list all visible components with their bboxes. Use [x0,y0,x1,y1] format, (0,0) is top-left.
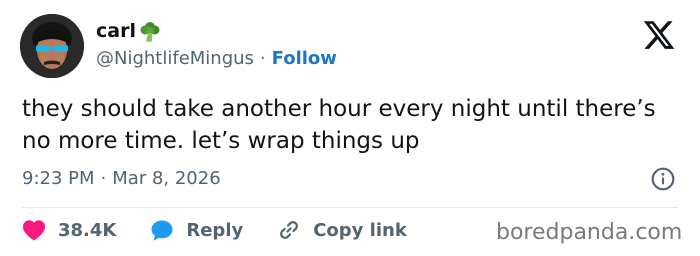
tweet-date[interactable]: Mar 8, 2026 [112,168,220,189]
copy-link-button[interactable]: Copy link [277,218,407,242]
like-count: 38.4K [58,219,117,241]
reply-button[interactable]: Reply [150,219,243,242]
divider [22,207,678,208]
handle[interactable]: @NightlifeMingus [96,48,254,69]
copy-link-label: Copy link [313,219,407,241]
watermark: boredpanda.com [496,220,683,245]
timestamp: 9:23 PM · Mar 8, 2026 [22,168,221,189]
tweet-text: they should take another hour every nigh… [22,96,656,154]
tweet-time[interactable]: 9:23 PM [22,168,95,189]
like-button[interactable]: 38.4K [22,219,116,241]
heart-icon [22,219,46,241]
avatar[interactable] [20,14,84,78]
timestamp-separator: · [100,168,107,189]
display-name[interactable]: carl [96,20,136,42]
broccoli-icon [138,20,162,44]
info-icon[interactable] [650,166,676,192]
reply-label: Reply [186,219,244,241]
speech-bubble-icon [150,219,174,242]
handle-separator: · [259,48,266,69]
follow-button[interactable]: Follow [272,48,337,69]
link-icon [277,218,301,242]
handle-row: @NightlifeMingus · Follow [96,48,337,69]
action-bar: 38.4K Reply Copy link [22,218,441,242]
x-logo-icon[interactable] [642,18,676,52]
